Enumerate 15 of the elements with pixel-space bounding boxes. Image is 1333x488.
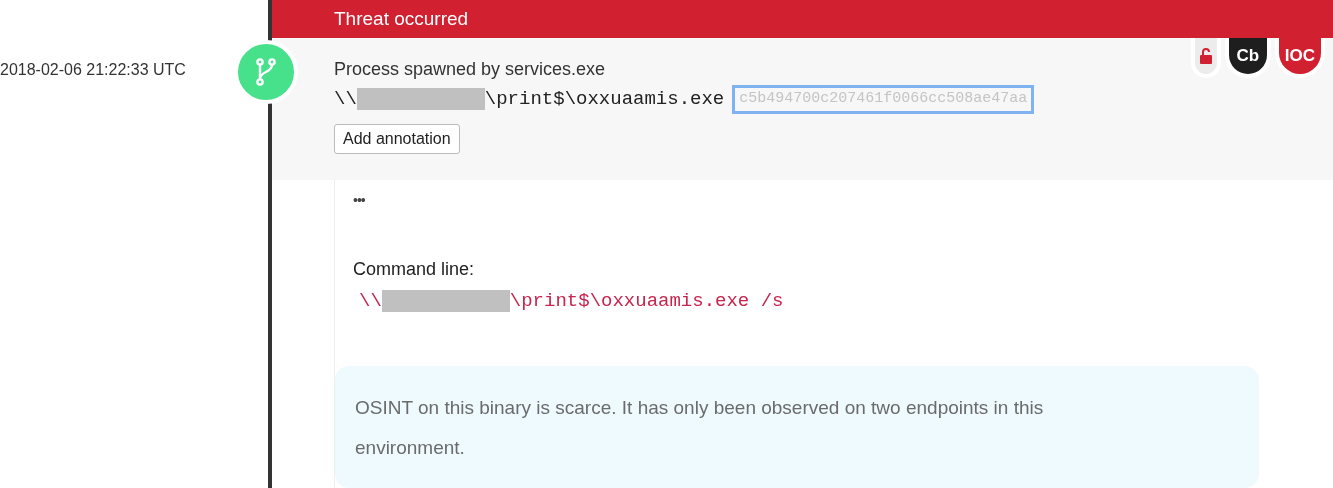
command-prefix: \\ [359, 289, 382, 314]
command-line-label: Command line: [353, 258, 476, 281]
command-text: \print$\oxxuaamis.exe /s [509, 289, 784, 314]
source-badge[interactable]: IOC [1274, 38, 1325, 78]
timestamp: 2018-02-06 21:22:33 UTC [0, 60, 186, 80]
file-path: \print$\oxxuaamis.exe [484, 87, 725, 112]
osint-note: OSINT on this binary is scarce. It has only been observed on two endpoints in this environment. [335, 365, 1259, 488]
lock-badge[interactable] [1190, 38, 1221, 78]
event-description: Process spawned by services.exe [334, 58, 606, 81]
threat-header: Threat occurred [272, 0, 1333, 38]
source-badge[interactable]: Cb [1224, 38, 1271, 78]
file-path-prefix: \\ [334, 87, 357, 112]
unlocked-padlock-icon [1199, 48, 1212, 64]
more-dots[interactable]: ••• [353, 188, 365, 212]
add-annotation-button[interactable]: Add annotation [334, 123, 460, 154]
